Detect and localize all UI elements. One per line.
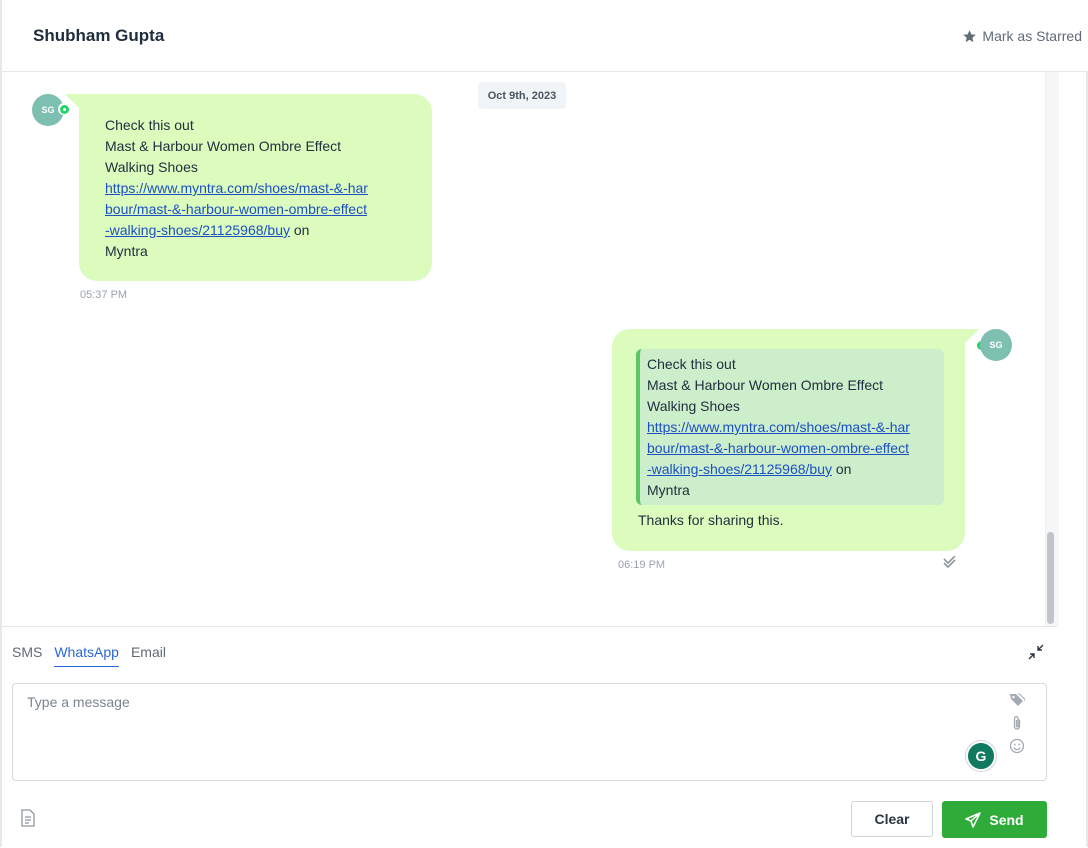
send-icon — [965, 811, 982, 828]
channel-tabs: SMS WhatsApp Email — [12, 644, 178, 667]
grammarly-button[interactable]: G — [966, 741, 996, 771]
avatar-initials: SG — [989, 340, 1003, 350]
double-check-icon — [943, 556, 956, 568]
message-timestamp: 05:37 PM — [80, 289, 128, 301]
tab-sms[interactable]: SMS — [12, 644, 42, 667]
quoted-link[interactable]: https://www.myntra.com/shoes/mast-&-harb… — [647, 419, 910, 477]
contact-name: Shubham Gupta — [33, 26, 165, 45]
tag-icon[interactable] — [1009, 692, 1025, 708]
template-icon[interactable] — [20, 809, 36, 827]
collapse-icon[interactable] — [1028, 644, 1044, 660]
message-text: Thanks for sharing this. — [638, 512, 784, 528]
quoted-text: on — [831, 461, 852, 477]
message-box: G — [12, 683, 1047, 781]
clear-button[interactable]: Clear — [851, 801, 933, 837]
quoted-message[interactable]: Check this out Mast & Harbour Women Ombr… — [636, 349, 944, 505]
outgoing-message-bubble: Check this out Mast & Harbour Women Ombr… — [612, 329, 979, 551]
emoji-icon[interactable] — [1009, 738, 1025, 754]
tab-email[interactable]: Email — [131, 644, 166, 667]
message-link[interactable]: https://www.myntra.com/shoes/mast-&-harb… — [105, 180, 368, 238]
tab-whatsapp[interactable]: WhatsApp — [54, 644, 119, 667]
avatar-initials: SG — [41, 105, 55, 115]
message-text: Mast & Harbour Women Ombre Effect Walkin… — [105, 138, 342, 175]
message-composer: SMS WhatsApp Email G Clear Send — [2, 626, 1057, 848]
message-text: on — [289, 222, 310, 238]
send-label: Send — [989, 811, 1024, 828]
incoming-message-bubble: Check this out Mast & Harbour Women Ombr… — [65, 94, 432, 281]
star-icon — [963, 29, 977, 42]
agent-avatar: SG — [980, 329, 1012, 361]
date-divider: Oct 9th, 2023 — [478, 82, 566, 109]
mark-as-starred-button[interactable]: Mark as Starred — [962, 28, 1082, 44]
quoted-text: Myntra — [647, 482, 690, 498]
message-timestamp: 06:19 PM — [618, 559, 666, 571]
quoted-text: Check this out — [647, 356, 736, 372]
message-thread[interactable]: Oct 9th, 2023 SG Check this out Mast & H… — [2, 72, 1059, 626]
paperclip-icon[interactable] — [1009, 715, 1025, 731]
conversation-header: Shubham Gupta Mark as Starred — [2, 0, 1088, 72]
message-text: Myntra — [105, 243, 148, 259]
message-text: Check this out — [105, 117, 194, 133]
quoted-text: Mast & Harbour Women Ombre Effect Walkin… — [647, 377, 884, 414]
mark-as-starred-label: Mark as Starred — [982, 28, 1082, 44]
message-input[interactable] — [25, 692, 989, 776]
send-button[interactable]: Send — [942, 801, 1047, 838]
scrollbar-thumb[interactable] — [1047, 532, 1054, 624]
